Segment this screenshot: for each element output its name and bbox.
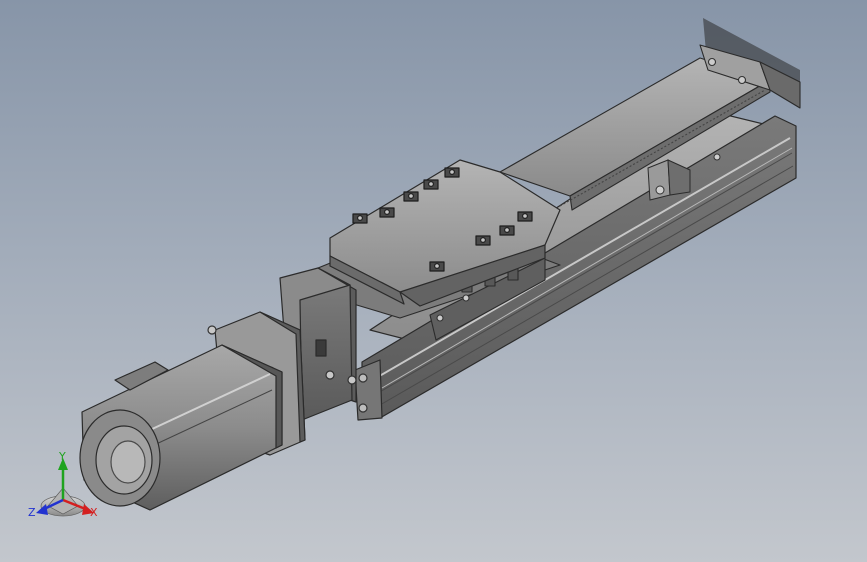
- z-axis-label: Z: [28, 506, 36, 519]
- y-axis-label: Y: [58, 450, 66, 463]
- x-axis-label: X: [90, 506, 98, 519]
- servo-motor: [79, 344, 283, 511]
- cad-model-view[interactable]: Y X Z: [0, 0, 867, 562]
- 3d-viewport[interactable]: Y X Z: [0, 0, 867, 562]
